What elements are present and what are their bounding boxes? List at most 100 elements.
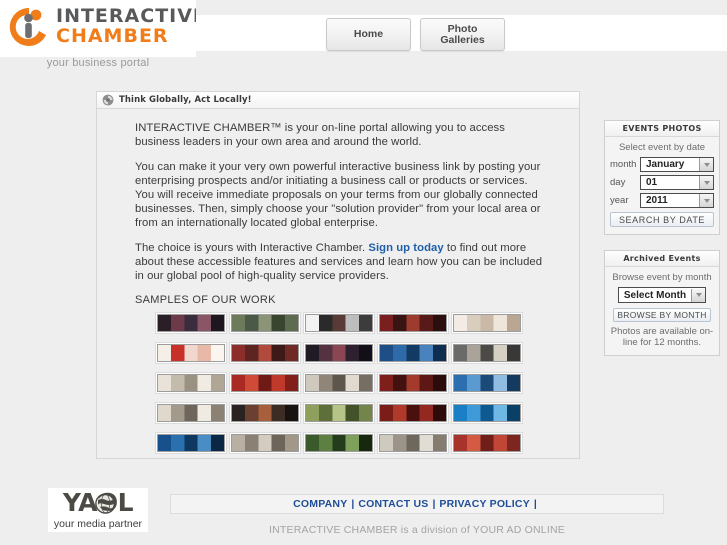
choice-prefix-text: The choice is yours with Interactive Cha… — [135, 242, 369, 254]
thumbnail-21[interactable] — [155, 432, 227, 454]
thumbnail-12[interactable] — [229, 372, 301, 394]
month-select-value: January — [646, 159, 685, 170]
browse-by-month-button[interactable]: BROWSE BY MONTH — [613, 308, 711, 322]
thumbnail-image — [453, 344, 521, 362]
archived-events-title: Archived Events — [605, 251, 719, 267]
sign-up-today-link[interactable]: Sign up today — [368, 242, 443, 254]
thumbnail-image — [379, 314, 447, 332]
thumbnail-23[interactable] — [303, 432, 375, 454]
day-select-value: 01 — [646, 177, 658, 188]
site-header: INTERACTIVE CHAMBER your business portal… — [0, 0, 727, 80]
month-label: month — [610, 159, 637, 170]
month-select[interactable]: January — [640, 157, 714, 172]
thumbnail-20[interactable] — [451, 402, 523, 424]
events-photos-subtitle: Select event by date — [618, 142, 706, 153]
globe-icon — [95, 493, 116, 514]
sidebar: EVENTS PHOTOS Select event by date month… — [604, 120, 720, 371]
features-paragraph: You can make it your very own powerful i… — [135, 161, 541, 229]
events-photos-title: EVENTS PHOTOS — [605, 121, 719, 137]
chevron-down-icon — [699, 158, 713, 171]
thumbnail-14[interactable] — [377, 372, 449, 394]
thumbnail-16[interactable] — [155, 402, 227, 424]
footer-division-note: INTERACTIVE CHAMBER is a division of YOU… — [269, 524, 565, 536]
month-row: month January — [610, 157, 714, 172]
thumbnail-image — [231, 404, 299, 422]
year-select-value: 2011 — [646, 195, 668, 206]
thumbnail-17[interactable] — [229, 402, 301, 424]
thumbnail-25[interactable] — [451, 432, 523, 454]
day-select[interactable]: 01 — [640, 175, 714, 190]
thumbnail-1[interactable] — [155, 312, 227, 334]
logo-line-interactive: INTERACTIVE — [56, 5, 196, 27]
thumbnail-13[interactable] — [303, 372, 375, 394]
thumbnail-7[interactable] — [229, 342, 301, 364]
globe-swirl-icon — [102, 94, 114, 106]
thumbnail-image — [157, 404, 225, 422]
thumbnail-image — [157, 344, 225, 362]
site-logo[interactable]: INTERACTIVE CHAMBER — [0, 0, 196, 57]
thumbnail-22[interactable] — [229, 432, 301, 454]
archived-events-body: Browse event by month Select Month BROWS… — [605, 267, 719, 355]
thumbnail-6[interactable] — [155, 342, 227, 364]
thumbnail-18[interactable] — [303, 402, 375, 424]
footer-separator: | — [351, 498, 355, 510]
year-row: year 2011 — [610, 193, 714, 208]
logo-wordmark: INTERACTIVE CHAMBER — [56, 6, 196, 47]
footer-link-company[interactable]: COMPANY — [293, 498, 347, 510]
thumbnail-image — [453, 434, 521, 452]
thumbnail-image — [305, 404, 373, 422]
footer-links: COMPANY | CONTACT US | PRIVACY POLICY | — [170, 494, 664, 514]
thumbnail-image — [379, 374, 447, 392]
primary-navigation: Home Photo Galleries — [326, 18, 505, 51]
search-by-date-button[interactable]: SEARCH BY DATE — [610, 212, 714, 227]
month-archive-select[interactable]: Select Month — [618, 287, 706, 303]
year-select[interactable]: 2011 — [640, 193, 714, 208]
sample-thumbnail-grid — [155, 312, 545, 454]
thumbnail-image — [231, 344, 299, 362]
panel-header: Think Globally, Act Locally! — [97, 92, 579, 109]
thumbnail-image — [231, 434, 299, 452]
thumbnail-24[interactable] — [377, 432, 449, 454]
thumbnail-8[interactable] — [303, 342, 375, 364]
yaol-logo[interactable]: YAOL your media partner — [48, 488, 148, 532]
footer-separator: | — [533, 498, 537, 510]
thumbnail-image — [305, 434, 373, 452]
thumbnail-19[interactable] — [377, 402, 449, 424]
thumbnail-image — [157, 314, 225, 332]
main-content-panel: Think Globally, Act Locally! INTERACTIVE… — [96, 91, 580, 459]
thumbnail-image — [305, 374, 373, 392]
thumbnail-3[interactable] — [303, 312, 375, 334]
yaol-tagline: your media partner — [53, 518, 143, 530]
nav-button-photo-galleries[interactable]: Photo Galleries — [420, 18, 505, 51]
thumbnail-image — [453, 374, 521, 392]
month-archive-value: Select Month — [623, 289, 687, 301]
thumbnail-15[interactable] — [451, 372, 523, 394]
year-label: year — [610, 195, 629, 206]
footer-link-contact-us[interactable]: CONTACT US — [358, 498, 428, 510]
thumbnail-image — [157, 434, 225, 452]
interactive-chamber-logo-icon — [9, 7, 47, 46]
thumbnail-4[interactable] — [377, 312, 449, 334]
archived-events-panel: Archived Events Browse event by month Se… — [604, 250, 720, 356]
panel-content: INTERACTIVE CHAMBER™ is your on-line por… — [97, 109, 579, 454]
thumbnail-2[interactable] — [229, 312, 301, 334]
thumbnail-9[interactable] — [377, 342, 449, 364]
chevron-down-icon — [699, 176, 713, 189]
thumbnail-11[interactable] — [155, 372, 227, 394]
chevron-down-icon — [691, 288, 705, 302]
chevron-down-icon — [699, 194, 713, 207]
thumbnail-image — [379, 434, 447, 452]
page-body: Think Globally, Act Locally! INTERACTIVE… — [0, 80, 727, 480]
nav-button-home[interactable]: Home — [326, 18, 411, 51]
thumbnail-image — [453, 314, 521, 332]
choice-paragraph: The choice is yours with Interactive Cha… — [135, 241, 545, 283]
day-row: day 01 — [610, 175, 714, 190]
thumbnail-5[interactable] — [451, 312, 523, 334]
events-photos-body: Select event by date month January day 0… — [605, 137, 719, 234]
site-tagline: your business portal — [46, 57, 150, 69]
thumbnail-image — [453, 404, 521, 422]
footer-separator: | — [432, 498, 436, 510]
panel-title: Think Globally, Act Locally! — [119, 95, 252, 105]
footer-link-privacy-policy[interactable]: PRIVACY POLICY — [439, 498, 530, 510]
thumbnail-10[interactable] — [451, 342, 523, 364]
